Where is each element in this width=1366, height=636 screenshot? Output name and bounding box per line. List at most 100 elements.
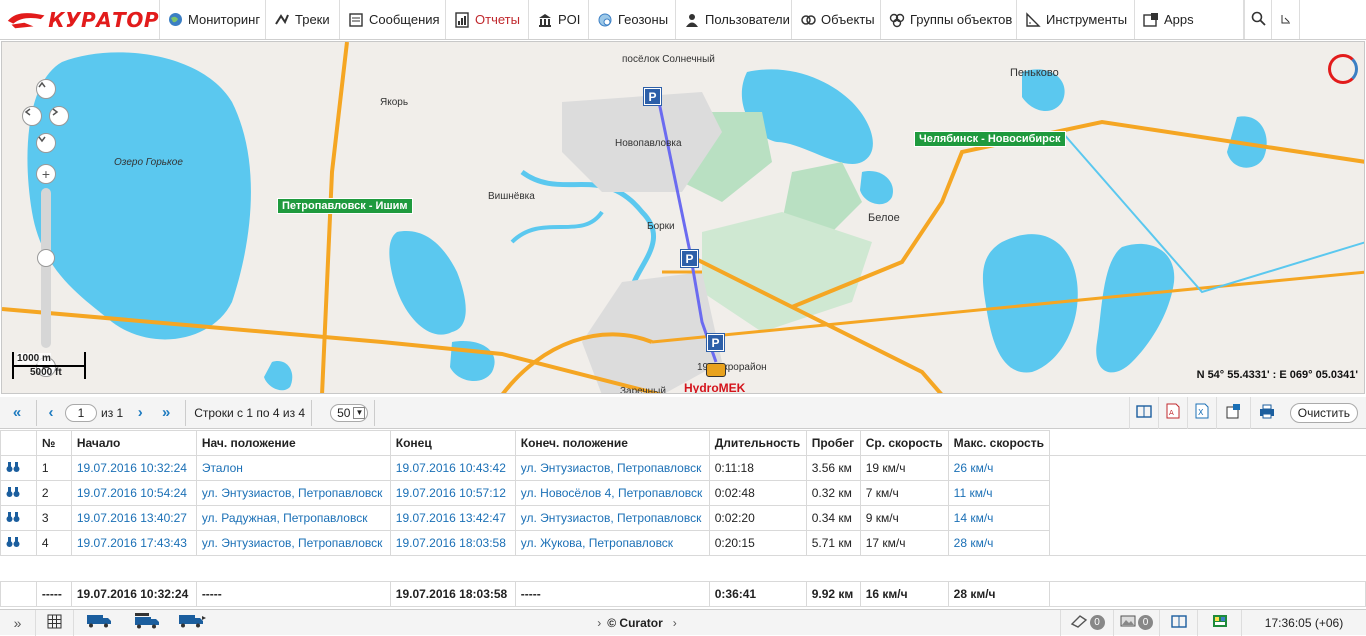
expand-button[interactable] <box>1272 0 1300 39</box>
cell-start-time[interactable]: 19.07.2016 10:32:24 <box>70 455 197 481</box>
column-header[interactable]: Начало <box>70 430 197 456</box>
expand-sidebar-button[interactable]: » <box>0 609 36 636</box>
copyright-text[interactable]: © Curator <box>607 616 663 630</box>
export-excel-button[interactable]: X <box>1186 396 1216 429</box>
unit-label[interactable]: HydroMEK <box>684 381 745 393</box>
chevron-right-icon[interactable]: › <box>597 616 601 630</box>
column-header[interactable]: № <box>35 430 72 456</box>
cell-mileage: 0.34 км <box>805 505 861 531</box>
cell-end-location[interactable]: ул. Новосёлов 4, Петропавловск <box>514 480 710 506</box>
table-row[interactable]: 1 19.07.2016 10:32:24 Эталон 19.07.2016 … <box>0 455 1366 481</box>
cell-max-speed[interactable]: 26 км/ч <box>947 455 1050 481</box>
column-header[interactable]: Нач. положение <box>195 430 391 456</box>
export-xml-button[interactable] <box>1215 396 1250 429</box>
unit-marker-icon[interactable] <box>706 363 726 377</box>
table-row[interactable]: 2 19.07.2016 10:54:24 ул. Энтузиастов, П… <box>0 480 1366 506</box>
last-page-button[interactable]: » <box>153 404 179 421</box>
nav-monitoring[interactable]: Мониторинг <box>160 0 266 39</box>
binoculars-icon[interactable] <box>0 505 37 531</box>
next-page-button[interactable]: › <box>127 404 153 421</box>
road-label-petropavlovsk-ishim: Петропавловск - Ишим <box>277 198 413 214</box>
cell-start-location[interactable]: ул. Энтузиастов, Петропавловск <box>195 480 391 506</box>
unit-groups-icon <box>889 12 905 28</box>
column-header[interactable]: Длительность <box>708 430 807 456</box>
nav-geofences[interactable]: Геозоны <box>589 0 676 39</box>
nav-messages[interactable]: Сообщения <box>340 0 446 39</box>
truck-name-button[interactable] <box>124 610 170 636</box>
logo[interactable]: КУРАТОР <box>0 0 160 39</box>
grid-toggle-button[interactable] <box>36 609 74 636</box>
column-header[interactable]: Пробег <box>805 430 861 456</box>
cell-start-location[interactable]: ул. Энтузиастов, Петропавловск <box>195 530 391 556</box>
parking-marker[interactable]: P <box>643 87 662 106</box>
cell-end-location[interactable]: ул. Энтузиастов, Петропавловск <box>514 505 710 531</box>
cell-max-speed[interactable]: 28 км/ч <box>947 530 1050 556</box>
units-icon <box>800 12 816 28</box>
column-header[interactable]: Конец <box>389 430 516 456</box>
column-header[interactable]: Конеч. положение <box>514 430 710 456</box>
page-number-input[interactable]: 1 <box>65 403 97 422</box>
first-page-button[interactable]: « <box>4 404 30 421</box>
column-header[interactable]: Ср. скорость <box>859 430 949 456</box>
nav-tracks[interactable]: Треки <box>266 0 340 39</box>
zoom-slider-track[interactable] <box>41 188 51 348</box>
print-button[interactable] <box>1249 396 1284 429</box>
column-header[interactable]: Макс. скорость <box>947 430 1050 456</box>
binoculars-icon[interactable] <box>0 530 37 556</box>
total-cell: ----- <box>514 581 710 607</box>
lake <box>450 341 495 382</box>
log-button[interactable] <box>1160 609 1198 636</box>
cell-start-time[interactable]: 19.07.2016 13:40:27 <box>70 505 197 531</box>
cell-end-time[interactable]: 19.07.2016 10:43:42 <box>389 455 516 481</box>
zoom-in-button[interactable]: + <box>36 164 56 184</box>
cell-end-location[interactable]: ул. Жукова, Петропавловск <box>514 530 710 556</box>
pan-down-button[interactable] <box>36 133 56 153</box>
cell-start-time[interactable]: 19.07.2016 10:54:24 <box>70 480 197 506</box>
nav-reports[interactable]: Отчеты <box>446 0 529 39</box>
cell-end-time[interactable]: 19.07.2016 18:03:58 <box>389 530 516 556</box>
zoom-slider-handle[interactable] <box>37 249 55 267</box>
cell-start-location[interactable]: ул. Радужная, Петропавловск <box>195 505 391 531</box>
table-row[interactable]: 3 19.07.2016 13:40:27 ул. Радужная, Петр… <box>0 505 1366 531</box>
clear-button[interactable]: Очистить <box>1289 402 1358 423</box>
cell-max-speed[interactable]: 14 км/ч <box>947 505 1050 531</box>
chevron-right-icon[interactable]: › <box>673 616 677 630</box>
cell-start-time[interactable]: 19.07.2016 17:43:43 <box>70 530 197 556</box>
truck-arrow-button[interactable] <box>170 610 214 636</box>
pan-up-button[interactable] <box>36 79 56 99</box>
nav-unit-groups[interactable]: Группы объектов <box>881 0 1017 39</box>
images-button[interactable]: 0 <box>1114 609 1160 636</box>
column-header-icon <box>0 430 37 456</box>
parking-marker[interactable]: P <box>680 249 699 268</box>
pan-right-button[interactable] <box>49 106 69 126</box>
notification-icon <box>1070 614 1088 631</box>
table-row[interactable]: 4 19.07.2016 17:43:43 ул. Энтузиастов, П… <box>0 530 1366 556</box>
parking-marker[interactable]: P <box>706 333 725 352</box>
binoculars-icon[interactable] <box>0 480 37 506</box>
pan-left-button[interactable] <box>22 106 42 126</box>
notifications-button[interactable]: 0 <box>1060 609 1114 636</box>
cell-end-time[interactable]: 19.07.2016 10:57:12 <box>389 480 516 506</box>
cell-max-speed[interactable]: 11 км/ч <box>947 480 1050 506</box>
pdf-icon: A <box>1166 403 1180 422</box>
cell-end-location[interactable]: ул. Энтузиастов, Петропавловск <box>514 455 710 481</box>
export-pdf-button[interactable]: A <box>1157 396 1187 429</box>
nav-poi[interactable]: POI <box>529 0 589 39</box>
map[interactable]: + − 1000 m 5000 ft Петропавловск - Ишим … <box>1 41 1365 394</box>
export-html-button[interactable] <box>1128 396 1158 429</box>
nav-units[interactable]: Объекты <box>792 0 881 39</box>
truck-button[interactable] <box>74 610 124 636</box>
prev-page-button[interactable]: ‹ <box>43 404 59 421</box>
nav-apps[interactable]: Apps <box>1135 0 1244 39</box>
cell-start-location[interactable]: Эталон <box>195 455 391 481</box>
layout-button[interactable] <box>1198 609 1242 636</box>
place-label: Борки <box>647 221 675 232</box>
nav-users[interactable]: Пользователи <box>676 0 792 39</box>
nav-tools[interactable]: Инструменты <box>1017 0 1135 39</box>
binoculars-icon[interactable] <box>0 455 37 481</box>
lake <box>982 234 1078 373</box>
per-page-select[interactable]: 50 ▼ <box>330 403 369 422</box>
search-button[interactable] <box>1244 0 1272 39</box>
cell-avg-speed: 19 км/ч <box>859 455 949 481</box>
cell-end-time[interactable]: 19.07.2016 13:42:47 <box>389 505 516 531</box>
